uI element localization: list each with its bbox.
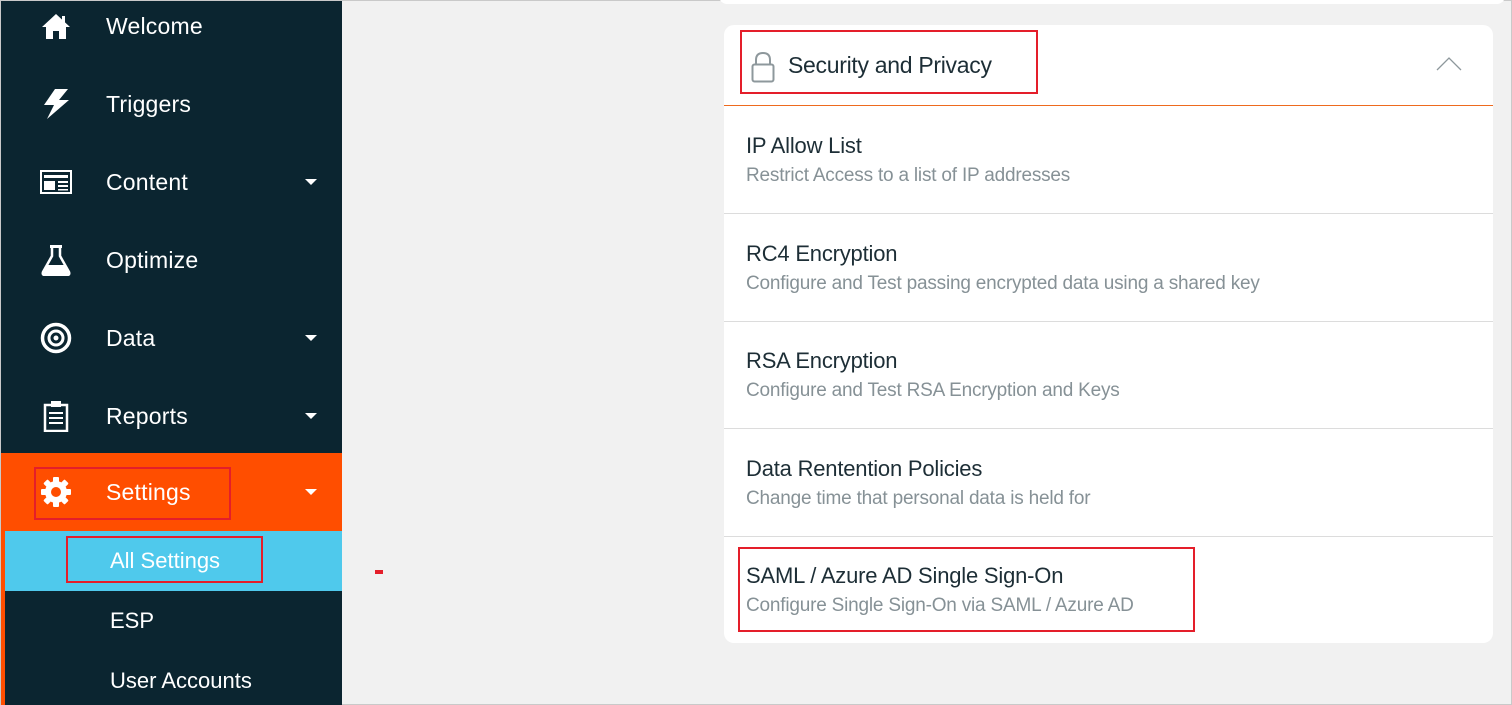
sidebar-item-triggers[interactable]: Triggers	[1, 65, 342, 143]
setting-description: Change time that personal data is held f…	[746, 488, 1091, 509]
sidebar-item-settings[interactable]: Settings	[1, 453, 342, 531]
sidebar-subitem-label: All Settings	[110, 548, 221, 573]
setting-title: SAML / Azure AD Single Sign-On	[746, 563, 1064, 588]
previous-card-edge	[719, 0, 1505, 4]
caret-down-icon	[305, 489, 317, 495]
home-icon	[39, 9, 73, 43]
flask-icon	[39, 243, 73, 277]
lock-icon	[751, 51, 775, 88]
setting-row-rsa-encryption[interactable]: RSA Encryption Configure and Test RSA En…	[724, 322, 1493, 429]
caret-down-icon	[305, 335, 317, 341]
sidebar-subitem-label: ESP	[110, 608, 155, 633]
panel-title: Security and Privacy	[788, 52, 992, 78]
setting-description: Configure and Test RSA Encryption and Ke…	[746, 380, 1120, 401]
newspaper-icon	[39, 165, 73, 199]
setting-description: Configure Single Sign-On via SAML / Azur…	[746, 595, 1134, 616]
sidebar: Welcome Triggers Content Optimize Data R…	[1, 1, 342, 705]
sidebar-subitem-esp[interactable]: ESP	[5, 591, 342, 651]
caret-down-icon	[305, 179, 317, 185]
sidebar-item-label: Reports	[106, 402, 188, 429]
sidebar-subitem-user-accounts[interactable]: User Accounts	[5, 651, 342, 705]
sidebar-item-data[interactable]: Data	[1, 299, 342, 377]
lightning-icon	[39, 87, 73, 121]
setting-row-saml-sso[interactable]: SAML / Azure AD Single Sign-On Configure…	[724, 537, 1493, 644]
target-icon	[39, 321, 73, 355]
sidebar-item-optimize[interactable]: Optimize	[1, 221, 342, 299]
setting-description: Restrict Access to a list of IP addresse…	[746, 165, 1071, 186]
sidebar-item-label: Content	[106, 168, 188, 195]
chevron-up-icon[interactable]	[1436, 57, 1462, 76]
sidebar-item-welcome[interactable]: Welcome	[1, 0, 342, 65]
sidebar-item-label: Settings	[106, 478, 191, 505]
gear-icon	[39, 475, 73, 509]
clipboard-icon	[39, 399, 73, 433]
sidebar-item-content[interactable]: Content	[1, 143, 342, 221]
caret-down-icon	[305, 413, 317, 419]
setting-title: RC4 Encryption	[746, 241, 898, 266]
security-privacy-panel: Security and Privacy IP Allow List Restr…	[724, 25, 1493, 643]
setting-title: Data Rentention Policies	[746, 456, 983, 481]
sidebar-item-label: Data	[106, 324, 156, 351]
sidebar-item-reports[interactable]: Reports	[1, 377, 342, 455]
sidebar-item-label: Optimize	[106, 246, 199, 273]
setting-title: RSA Encryption	[746, 348, 898, 373]
setting-title: IP Allow List	[746, 133, 862, 158]
sidebar-item-label: Welcome	[106, 12, 203, 39]
sidebar-item-label: Triggers	[106, 90, 192, 117]
setting-row-data-retention[interactable]: Data Rentention Policies Change time tha…	[724, 430, 1493, 537]
sidebar-subitem-all-settings[interactable]: All Settings	[5, 531, 342, 591]
sidebar-subitem-label: User Accounts	[110, 668, 252, 693]
setting-row-ip-allow-list[interactable]: IP Allow List Restrict Access to a list …	[724, 107, 1493, 214]
panel-header[interactable]: Security and Privacy	[724, 25, 1493, 106]
annotation-mark	[375, 570, 383, 574]
setting-row-rc4-encryption[interactable]: RC4 Encryption Configure and Test passin…	[724, 215, 1493, 322]
setting-description: Configure and Test passing encrypted dat…	[746, 273, 1260, 294]
